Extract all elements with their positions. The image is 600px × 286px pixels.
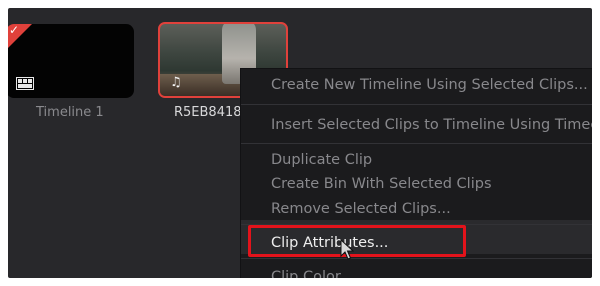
menu-item-insert-selected-clips[interactable]: Insert Selected Clips to Timeline Using … bbox=[271, 115, 592, 135]
media-pool-panel: ✓ Timeline 1 ♫ R5EB8418 Create New Timel… bbox=[8, 8, 592, 278]
menu-item-duplicate-clip[interactable]: Duplicate Clip bbox=[271, 150, 372, 170]
timeline-thumbnail[interactable]: ✓ bbox=[8, 24, 134, 98]
menu-separator bbox=[241, 104, 592, 105]
timeline-label: Timeline 1 bbox=[36, 105, 104, 120]
menu-item-create-new-timeline[interactable]: Create New Timeline Using Selected Clips… bbox=[271, 75, 588, 95]
mouse-cursor-icon bbox=[340, 239, 354, 260]
music-note-icon: ♫ bbox=[170, 75, 182, 90]
menu-separator bbox=[241, 143, 592, 144]
menu-item-clip-color[interactable]: Clip Color bbox=[271, 267, 341, 278]
check-icon: ✓ bbox=[9, 24, 20, 37]
menu-separator bbox=[241, 258, 592, 259]
timeline-icon bbox=[16, 77, 34, 90]
menu-item-remove-clips[interactable]: Remove Selected Clips... bbox=[271, 199, 451, 219]
highlight-callout bbox=[248, 225, 466, 257]
clip-label: R5EB8418 bbox=[174, 105, 242, 120]
menu-item-create-bin[interactable]: Create Bin With Selected Clips bbox=[271, 174, 492, 194]
